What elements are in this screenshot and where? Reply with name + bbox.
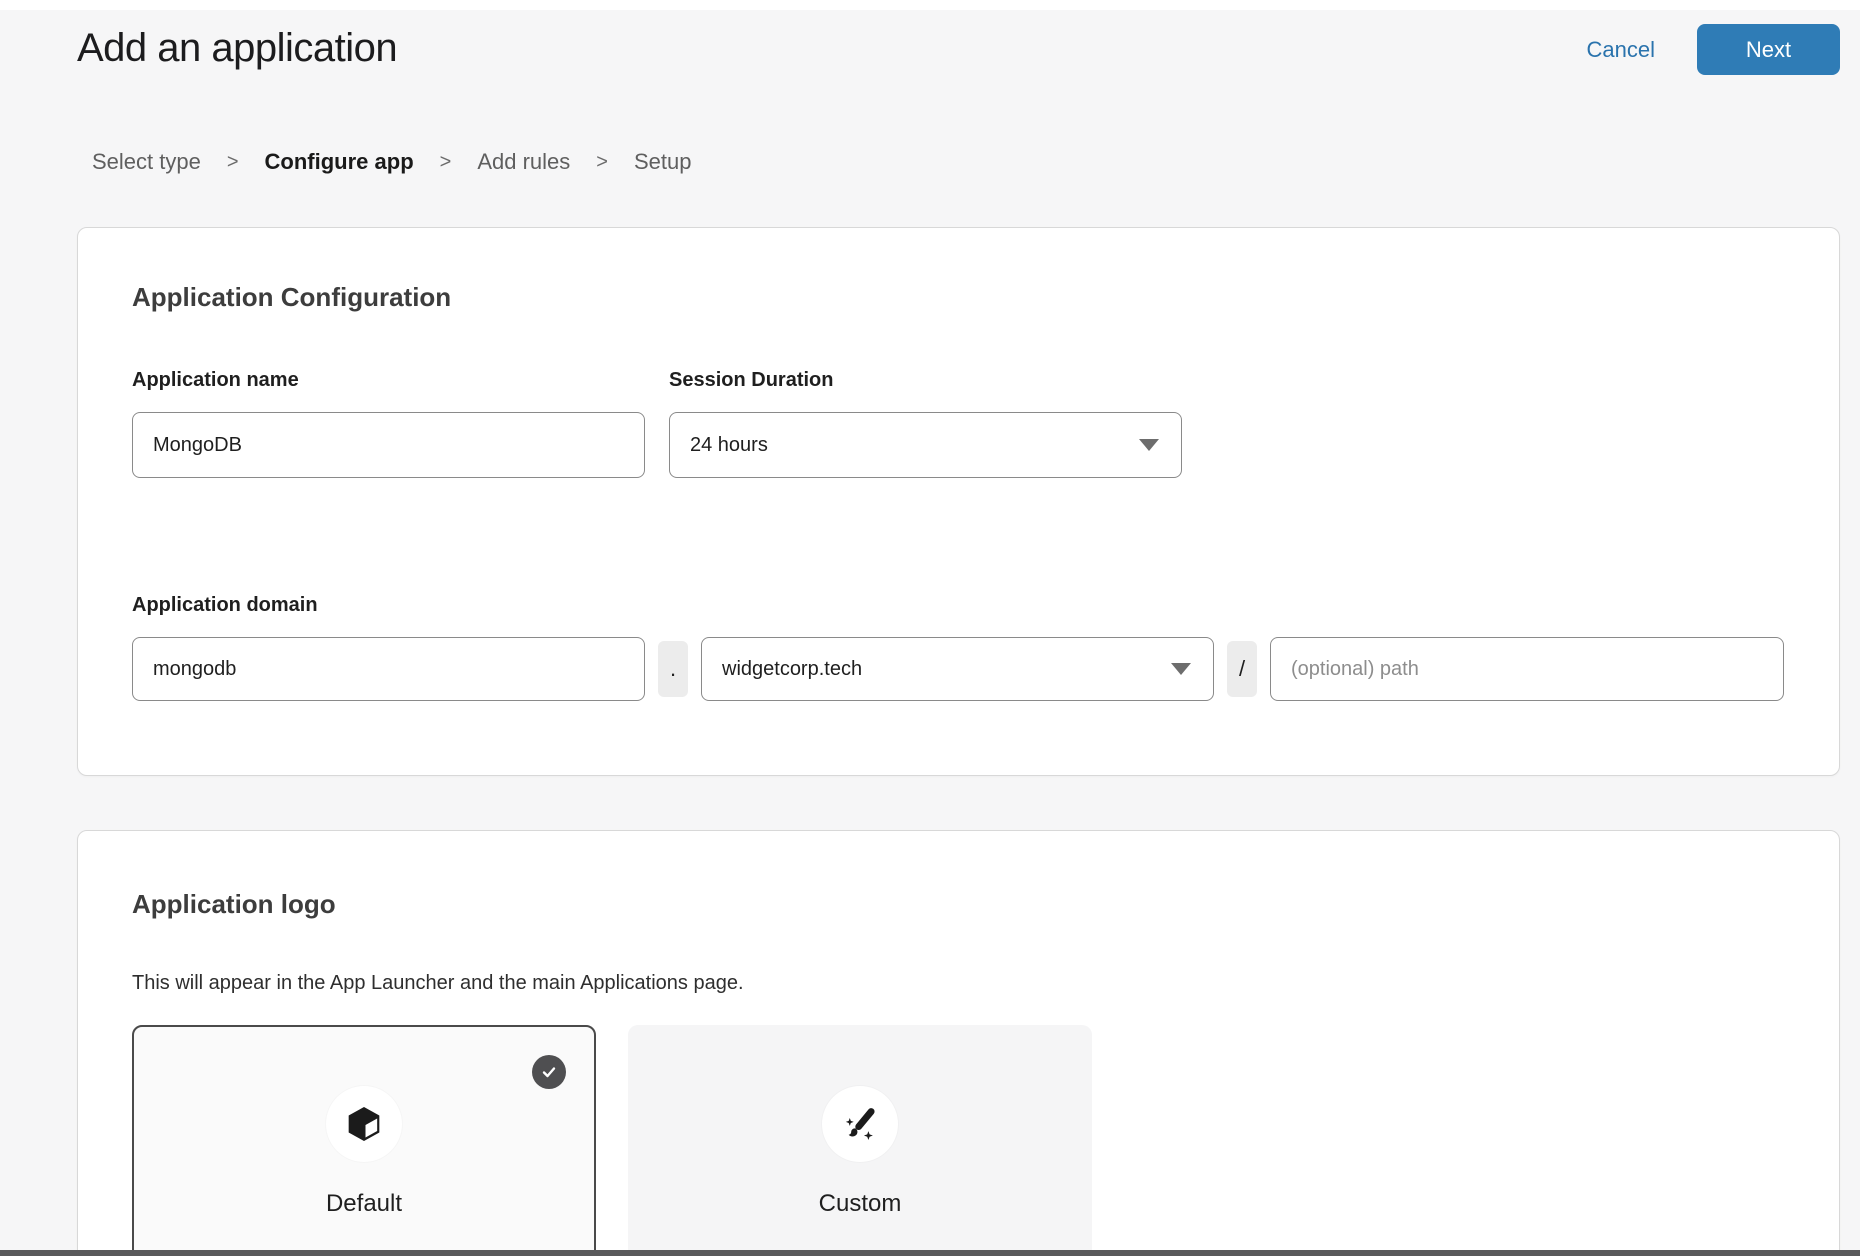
breadcrumb-step-add-rules[interactable]: Add rules [477,149,570,175]
add-application-page: Add an application Cancel Next Select ty… [0,0,1860,1256]
chevron-down-icon [1171,663,1191,675]
logo-description: This will appear in the App Launcher and… [132,972,1785,995]
domain-select-value: widgetcorp.tech [722,658,862,681]
application-domain-row: . widgetcorp.tech / [132,637,1785,701]
application-configuration-card: Application Configuration Application na… [77,227,1840,776]
application-name-label: Application name [132,369,645,392]
paintbrush-icon [839,1103,881,1145]
logo-option-tiles: Default Custom [132,1025,1785,1256]
session-duration-select[interactable]: 24 hours [669,412,1182,478]
session-duration-value: 24 hours [690,434,768,457]
logo-option-label: Custom [819,1190,902,1218]
breadcrumb-separator: > [440,151,452,174]
configuration-heading: Application Configuration [132,282,1785,313]
next-button[interactable]: Next [1697,24,1840,75]
session-duration-field-group: Session Duration 24 hours [669,369,1182,478]
check-icon [540,1063,558,1081]
chevron-down-icon [1139,439,1159,451]
subdomain-input[interactable] [132,637,645,701]
selected-check-badge [532,1055,566,1089]
default-logo-circle [326,1086,402,1162]
application-domain-label: Application domain [132,594,1785,617]
top-strip [0,0,1860,10]
page-title: Add an application [77,24,397,71]
cancel-button[interactable]: Cancel [1587,24,1655,75]
application-name-field-group: Application name [132,369,645,478]
breadcrumb: Select type > Configure app > Add rules … [92,149,1860,175]
application-domain-section: Application domain . widgetcorp.tech / [132,594,1785,701]
name-duration-row: Application name Session Duration 24 hou… [132,369,1785,478]
cube-icon [344,1104,384,1144]
logo-option-default[interactable]: Default [132,1025,596,1256]
logo-option-custom[interactable]: Custom [628,1025,1092,1256]
domain-select[interactable]: widgetcorp.tech [701,637,1214,701]
logo-option-label: Default [326,1190,402,1218]
application-logo-card: Application logo This will appear in the… [77,830,1840,1256]
dot-separator: . [658,641,688,697]
header-actions: Cancel Next [1587,24,1840,75]
breadcrumb-step-select-type[interactable]: Select type [92,149,201,175]
breadcrumb-step-setup[interactable]: Setup [634,149,692,175]
application-name-input[interactable] [132,412,645,478]
breadcrumb-separator: > [596,151,608,174]
path-input[interactable] [1270,637,1784,701]
bottom-edge-strip [0,1250,1860,1256]
custom-logo-circle [822,1086,898,1162]
breadcrumb-step-configure-app[interactable]: Configure app [265,149,414,175]
logo-heading: Application logo [132,889,1785,920]
breadcrumb-separator: > [227,151,239,174]
slash-separator: / [1227,641,1257,697]
page-header: Add an application Cancel Next [0,0,1860,75]
session-duration-label: Session Duration [669,369,1182,392]
